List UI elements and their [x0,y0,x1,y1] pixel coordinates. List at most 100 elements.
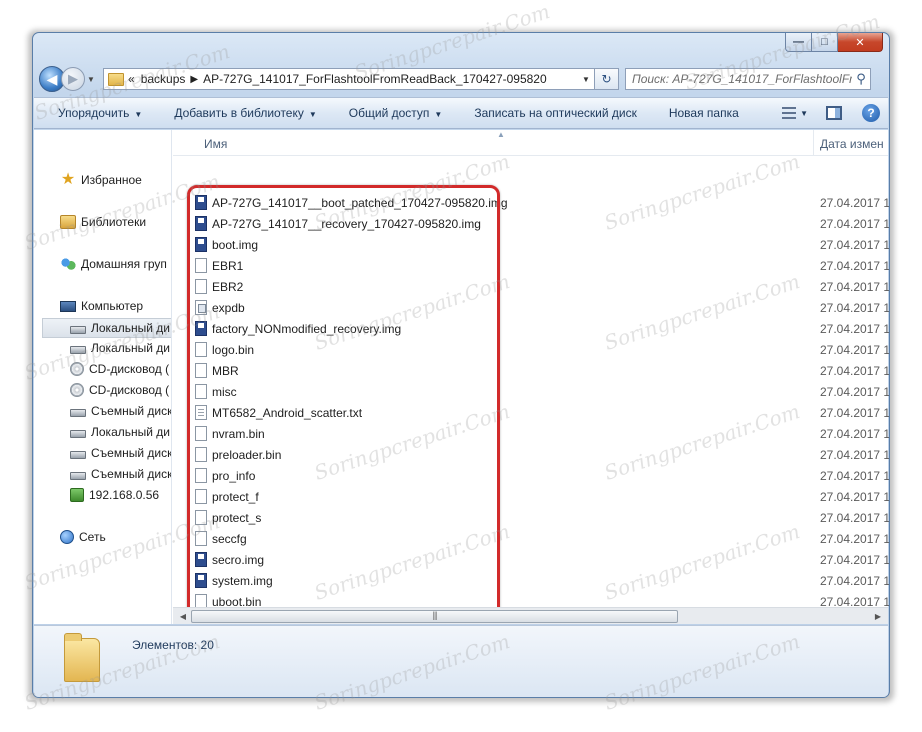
file-name: AP-727G_141017__recovery_170427-095820.i… [212,216,481,231]
file-name: seccfg [212,531,247,546]
nav-network[interactable]: Сеть [60,527,171,547]
file-row[interactable]: AP-727G_141017__boot_patched_170427-0958… [173,192,889,213]
address-overflow[interactable]: « [128,72,135,86]
file-row[interactable]: MBR 27.04.2017 1 [173,360,890,381]
file-row[interactable]: EBR2 27.04.2017 1 [173,276,889,297]
nav-homegroup[interactable]: Домашняя груп [60,254,171,274]
column-date[interactable]: Дата измен [820,137,884,151]
file-name: EBR1 [212,258,244,273]
forward-button[interactable]: ▶ [61,67,85,91]
organize-menu[interactable]: Упорядочить ▼ [42,106,158,120]
add-to-library-menu[interactable]: Добавить в библиотеку ▼ [158,106,332,120]
folder-icon [108,72,124,86]
nav-drive-2[interactable]: Локальный ди [70,338,171,358]
close-button[interactable]: ✕ [838,33,883,52]
file-row[interactable]: system.img 27.04.2017 1 [173,570,890,591]
column-name[interactable]: Имя [204,137,227,151]
nav-drive-3[interactable]: CD-дисковод ( [70,359,171,379]
maximize-button[interactable]: □ [812,33,838,52]
file-date: 27.04.2017 1 [820,300,890,315]
recent-pages-dropdown[interactable]: ▼ [87,75,99,84]
burn-button[interactable]: Записать на оптический диск [458,106,653,120]
file-date: 27.04.2017 1 [820,489,890,504]
view-options-icon[interactable] [782,107,797,119]
file-row[interactable]: nvram.bin 27.04.2017 1 [173,423,889,444]
file-row[interactable]: seccfg 27.04.2017 1 [173,528,889,549]
nav-drive-8[interactable]: Съемный диск [70,464,171,484]
file-date: 27.04.2017 1 [820,573,890,588]
preview-pane-icon[interactable] [826,106,842,120]
breadcrumb-backups[interactable]: backups [141,72,186,86]
view-dropdown[interactable]: ▼ [800,109,808,118]
scroll-right-icon[interactable]: ▶ [871,610,885,623]
help-icon[interactable]: ? [862,104,880,122]
file-row[interactable]: logo.bin 27.04.2017 1 [173,339,890,360]
file-name: preloader.bin [212,447,282,462]
file-row[interactable]: preloader.bin 27.04.2017 1 [173,444,889,465]
file-row[interactable]: AP-727G_141017__recovery_170427-095820.i… [173,213,890,234]
file-row[interactable]: protect_f 27.04.2017 1 [173,486,890,507]
search-icon[interactable]: ⚲ [852,71,870,87]
local-disk-icon [70,430,86,438]
file-name: boot.img [212,237,259,252]
file-icon [195,258,207,273]
file-icon [195,468,207,483]
file-icon [195,426,207,441]
file-date: 27.04.2017 1 [820,216,890,231]
removable-disk-icon [70,409,86,417]
new-folder-button[interactable]: Новая папка [653,106,755,120]
star-icon: ★ [60,171,76,188]
caption-buttons: — □ ✕ [785,33,883,52]
file-row[interactable]: boot.img 27.04.2017 1 [173,234,889,255]
file-row[interactable]: protect_s 27.04.2017 1 [173,507,889,528]
search-input[interactable]: Поиск: AP-727G_141017_ForFlashtoolFr... … [625,68,871,90]
chevron-down-icon: ▼ [134,110,143,119]
computer-icon [60,300,76,312]
file-row[interactable]: expdb 27.04.2017 1 [173,297,890,318]
chevron-right-icon[interactable]: ▶ [190,74,198,85]
disk-image-file-icon [195,195,207,210]
address-bar[interactable]: « backups ▶ AP-727G_141017_ForFlashtoolF… [103,68,595,90]
file-row[interactable]: EBR1 27.04.2017 1 [173,255,889,276]
share-menu[interactable]: Общий доступ ▼ [333,106,459,120]
address-dropdown[interactable]: ▼ [578,75,594,84]
column-header: ▲ Имя Дата измен [173,130,888,156]
file-name: protect_f [212,489,259,504]
nav-network-share[interactable]: 192.168.0.56 [70,485,171,505]
file-list-pane: ▲ Имя Дата измен AP-727G_141017__boot_pa… [173,130,890,624]
nav-drive-6[interactable]: Локальный ди [70,422,171,442]
horizontal-scrollbar[interactable]: ◀ ▶ [173,607,888,624]
file-date: 27.04.2017 1 [820,363,890,378]
nav-drive-1[interactable]: Локальный ди [42,318,171,338]
items-count: Элементов: 20 [132,638,214,652]
file-name: MT6582_Android_scatter.txt [212,405,363,420]
file-row[interactable]: secro.img 27.04.2017 1 [173,549,889,570]
file-date: 27.04.2017 1 [820,384,890,399]
scroll-thumb[interactable] [191,610,678,623]
system-file-icon [195,300,207,315]
file-icon [195,489,207,504]
refresh-button[interactable]: ↻ [595,68,619,90]
content-area: ★ Избранное Библиотеки Домашняя груп Ком… [34,130,890,624]
file-icon [195,279,207,294]
minimize-button[interactable]: — [785,33,812,52]
sort-up-icon: ▲ [497,130,505,139]
file-row[interactable]: MT6582_Android_scatter.txt 27.04.2017 1 [173,402,889,423]
scroll-left-icon[interactable]: ◀ [176,610,190,623]
nav-drive-5[interactable]: Съемный диск [70,401,171,421]
file-row[interactable]: misc 27.04.2017 1 [173,381,890,402]
nav-libraries[interactable]: Библиотеки [60,212,171,232]
breadcrumb-current-folder[interactable]: AP-727G_141017_ForFlashtoolFromReadBack_… [203,72,547,86]
file-date: 27.04.2017 1 [820,342,890,357]
file-name: factory_NONmodified_recovery.img [212,321,402,336]
file-row[interactable]: factory_NONmodified_recovery.img 27.04.20… [173,318,889,339]
disk-image-file-icon [195,573,207,588]
disk-image-file-icon [195,552,207,567]
nav-drive-4[interactable]: CD-дисковод ( [70,380,171,400]
column-divider[interactable] [813,130,814,155]
file-row[interactable]: pro_info 27.04.2017 1 [173,465,889,486]
nav-computer[interactable]: Компьютер [60,296,171,316]
file-icon [195,342,207,357]
nav-favorites[interactable]: ★ Избранное [60,170,171,190]
nav-drive-7[interactable]: Съемный диск [70,443,171,463]
